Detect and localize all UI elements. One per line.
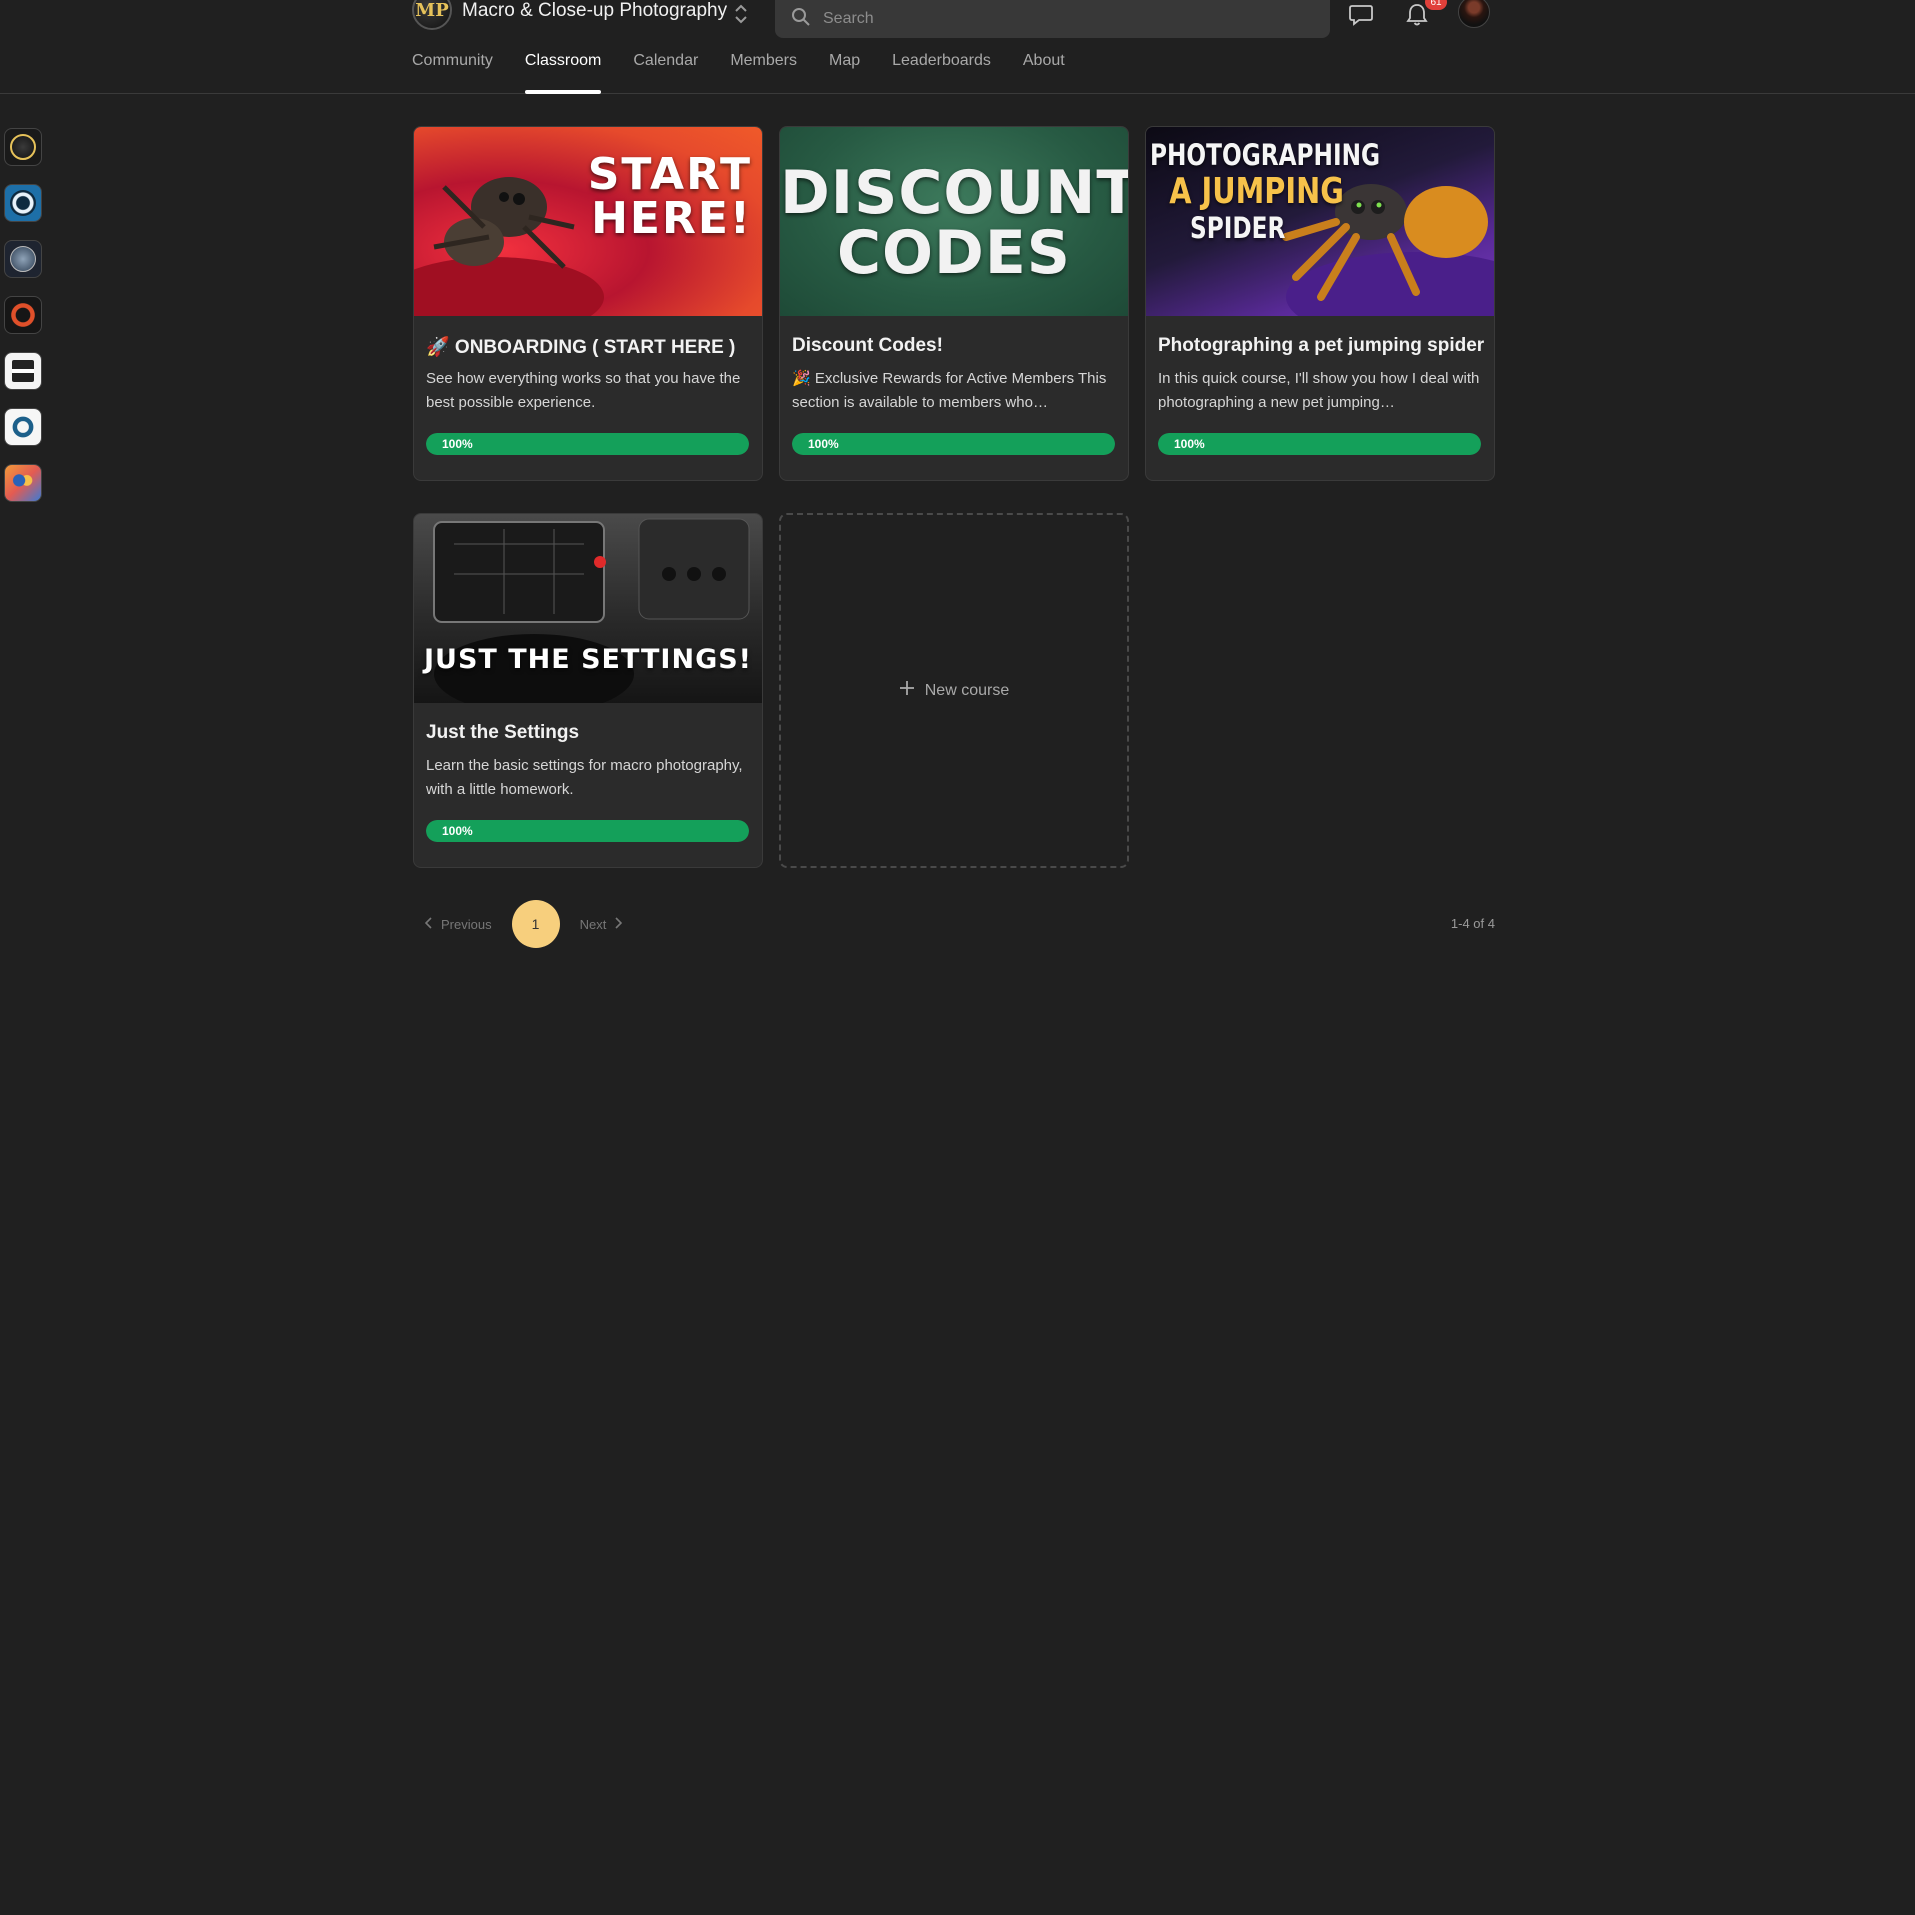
- course-card-just-the-settings[interactable]: JUST THE SETTINGS! Just the Settings Lea…: [413, 513, 763, 868]
- course-thumbnail[interactable]: START HERE!: [414, 127, 762, 316]
- tab-leaderboards[interactable]: Leaderboards: [892, 52, 991, 94]
- course-title[interactable]: Photographing a pet jumping spider: [1158, 335, 1484, 357]
- course-thumbnail[interactable]: DISCOUNT CODES: [780, 127, 1128, 316]
- thumbnail-text: DISCOUNT CODES: [780, 158, 1128, 288]
- course-progress-bar: 100%: [426, 433, 749, 455]
- course-title[interactable]: Just the Settings: [426, 722, 579, 744]
- chevron-right-icon: [614, 916, 623, 932]
- pagination: Previous 1 Next: [424, 900, 623, 948]
- group-icon-globe[interactable]: [4, 240, 42, 278]
- course-progress-label: 100%: [792, 433, 1115, 455]
- tab-community[interactable]: Community: [412, 52, 493, 94]
- course-card-onboarding[interactable]: START HERE! 🚀 ONBOARDING ( START HERE ) S…: [413, 126, 763, 481]
- previous-page-button[interactable]: Previous: [424, 916, 492, 932]
- next-page-button[interactable]: Next: [580, 917, 623, 932]
- group-logo[interactable]: MP: [412, 0, 452, 30]
- search-input[interactable]: [823, 10, 1283, 28]
- group-switcher-chevrons-icon[interactable]: [730, 2, 752, 26]
- course-description: 🎉 Exclusive Rewards for Active Members T…: [792, 370, 1107, 411]
- page-1-button[interactable]: 1: [511, 900, 560, 948]
- group-icon-macro-photography[interactable]: [4, 128, 42, 166]
- course-progress-label: 100%: [426, 820, 749, 842]
- course-progress-bar: 100%: [792, 433, 1115, 455]
- group-brand[interactable]: MP Macro & Close-up Photography: [412, 0, 727, 30]
- course-title[interactable]: 🚀 ONBOARDING ( START HERE ): [426, 335, 735, 359]
- results-count: 1-4 of 4: [1450, 916, 1495, 931]
- group-icon-blue-emblem[interactable]: [4, 408, 42, 446]
- course-progress-label: 100%: [426, 433, 749, 455]
- group-icon-camera-blue[interactable]: [4, 184, 42, 222]
- course-description: Learn the basic settings for macro photo…: [426, 757, 743, 798]
- course-progress-label: 100%: [1158, 433, 1481, 455]
- next-label: Next: [579, 916, 607, 932]
- course-card-discount-codes[interactable]: DISCOUNT CODES Discount Codes! 🎉 Exclusiv…: [779, 126, 1129, 481]
- chat-icon[interactable]: [1346, 0, 1376, 30]
- course-title[interactable]: Discount Codes!: [792, 335, 943, 357]
- tab-members[interactable]: Members: [730, 52, 797, 94]
- course-thumbnail[interactable]: PHOTOGRAPHING A JUMPING SPIDER: [1146, 127, 1494, 316]
- tab-map[interactable]: Map: [829, 52, 860, 94]
- course-card-jumping-spider[interactable]: PHOTOGRAPHING A JUMPING SPIDER Photograp…: [1145, 126, 1495, 481]
- course-thumbnail[interactable]: JUST THE SETTINGS!: [414, 514, 762, 703]
- group-name[interactable]: Macro & Close-up Photography: [462, 0, 727, 22]
- chevron-left-icon: [424, 916, 433, 932]
- user-avatar[interactable]: [1458, 0, 1490, 28]
- new-course-label: New course: [924, 681, 1010, 699]
- tab-about[interactable]: About: [1023, 52, 1065, 94]
- group-switcher-rail: [4, 128, 42, 520]
- top-header: MP Macro & Close-up Photography 61 Commu…: [0, 0, 1915, 94]
- course-description: See how everything works so that you hav…: [426, 370, 741, 411]
- group-icon-red-ring[interactable]: [4, 296, 42, 334]
- new-course-button[interactable]: New course: [779, 513, 1129, 868]
- tab-classroom[interactable]: Classroom: [524, 52, 602, 94]
- previous-label: Previous: [441, 916, 492, 932]
- group-icon-bw-camera[interactable]: [4, 352, 42, 390]
- course-progress-bar: 100%: [426, 820, 749, 842]
- search-bar[interactable]: [775, 0, 1330, 38]
- thumbnail-text: JUST THE SETTINGS!: [424, 644, 752, 675]
- group-tabs: Community Classroom Calendar Members Map…: [412, 52, 1097, 94]
- plus-icon: [899, 680, 915, 701]
- search-icon: [791, 7, 811, 32]
- course-progress-bar: 100%: [1158, 433, 1481, 455]
- group-icon-colorful-people[interactable]: [4, 464, 42, 502]
- notification-count-badge: 61: [1425, 0, 1447, 10]
- thumbnail-text: START HERE!: [587, 149, 752, 244]
- course-description: In this quick course, I'll show you how …: [1158, 370, 1480, 411]
- thumbnail-text: PHOTOGRAPHING A JUMPING SPIDER: [1150, 138, 1381, 245]
- tab-calendar[interactable]: Calendar: [633, 52, 698, 94]
